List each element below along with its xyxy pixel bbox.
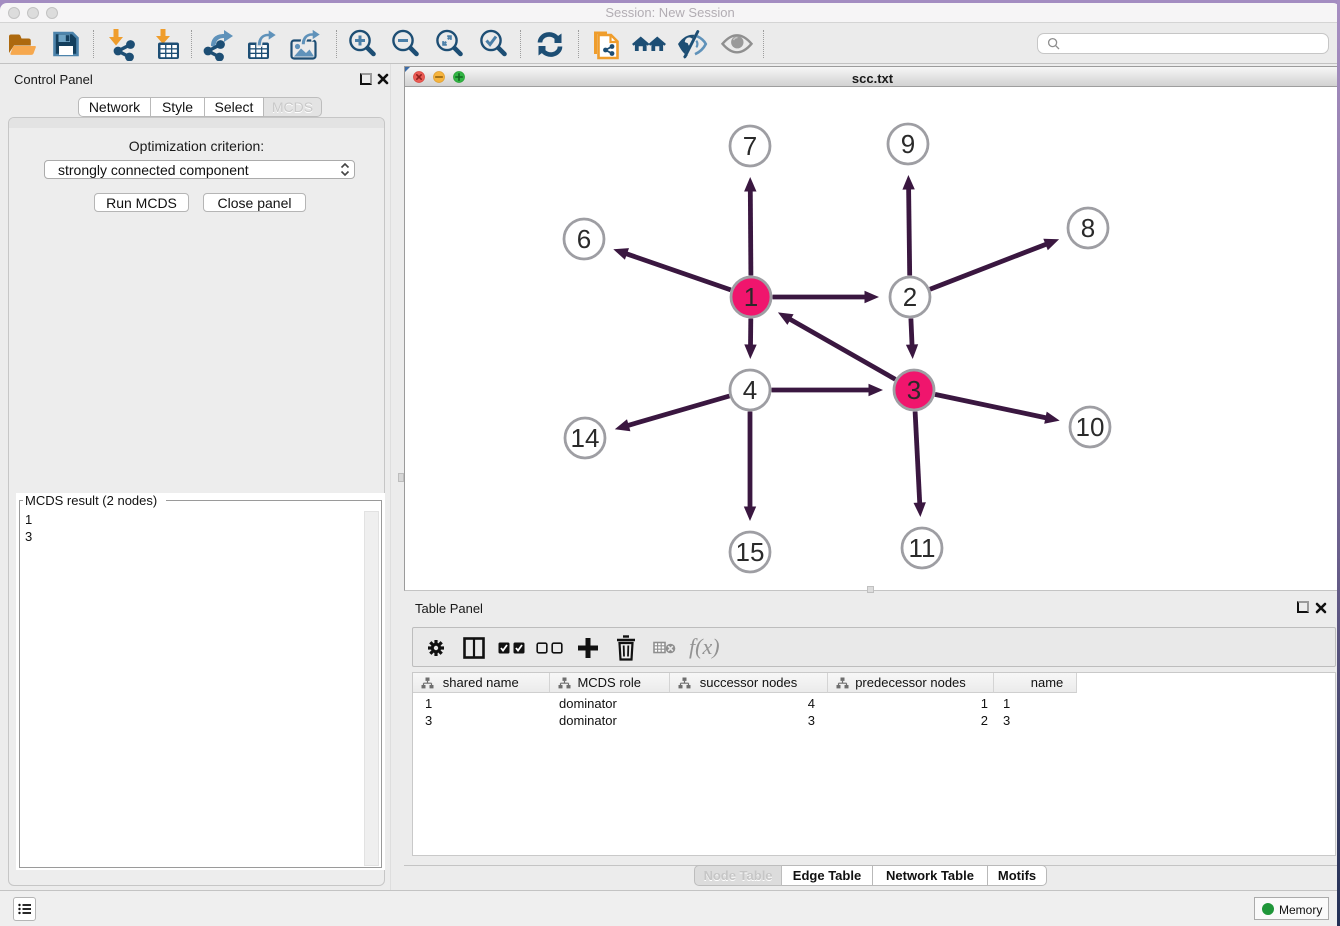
svg-text:14: 14: [571, 423, 600, 453]
svg-text:2: 2: [903, 282, 917, 312]
svg-text:15: 15: [736, 537, 765, 567]
svg-text:6: 6: [577, 224, 591, 254]
svg-text:9: 9: [901, 129, 915, 159]
svg-text:4: 4: [743, 375, 757, 405]
svg-text:11: 11: [909, 533, 936, 563]
svg-text:8: 8: [1081, 213, 1095, 243]
svg-text:1: 1: [744, 282, 758, 312]
svg-text:3: 3: [907, 375, 921, 405]
svg-text:7: 7: [743, 131, 757, 161]
svg-text:10: 10: [1076, 412, 1105, 442]
